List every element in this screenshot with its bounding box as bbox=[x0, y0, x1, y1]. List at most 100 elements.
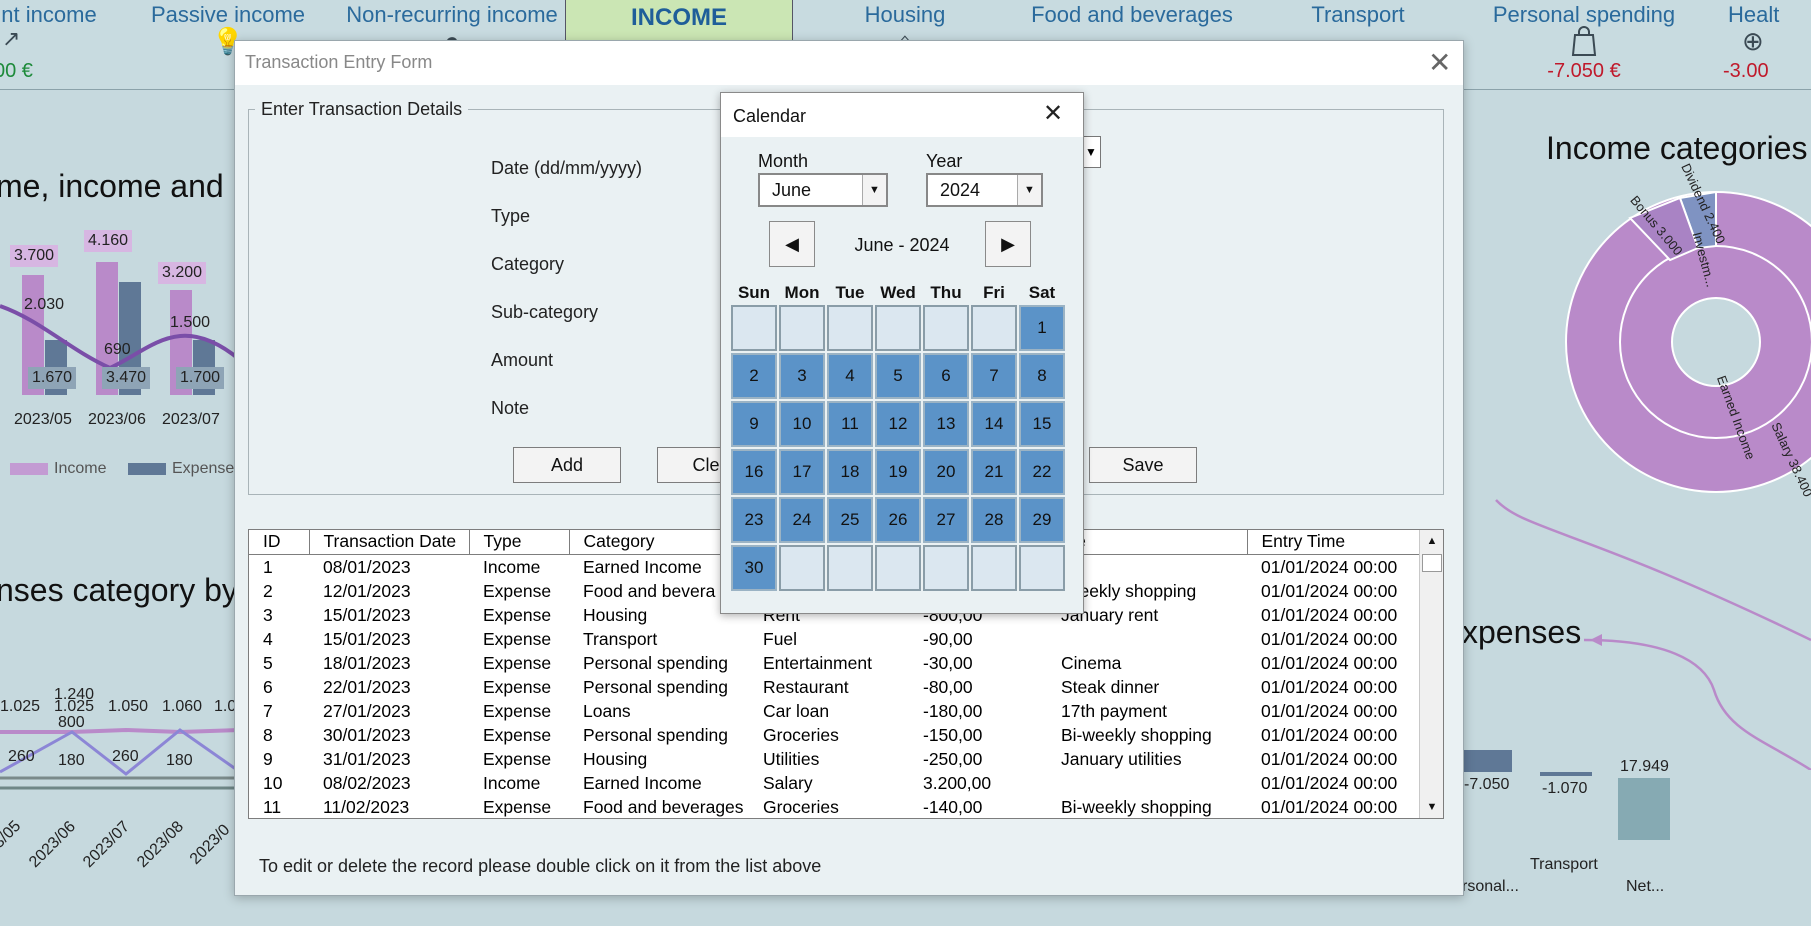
col-header[interactable]: ID bbox=[249, 530, 310, 555]
calendar-day-30[interactable]: 30 bbox=[731, 545, 777, 591]
waterfall-bar bbox=[1464, 750, 1512, 772]
table-cell: -30,00 bbox=[923, 652, 973, 673]
calendar-day-25[interactable]: 25 bbox=[827, 497, 873, 543]
pie-title: Income categories bbox=[1546, 130, 1808, 166]
dialog-close-icon[interactable]: ✕ bbox=[1428, 49, 1451, 77]
nav-personal-spending[interactable]: Personal spending -7.050 € bbox=[1488, 0, 1680, 90]
next-month-button[interactable]: ▶ bbox=[985, 221, 1031, 267]
chart2-title: nses category by bbox=[0, 572, 238, 608]
year-select[interactable]: 2024 ▼ bbox=[926, 173, 1043, 207]
table-row[interactable]: 7 27/01/2023 Expense Loans Car loan -180,00 17… bbox=[249, 699, 1419, 723]
calendar-day-8[interactable]: 8 bbox=[1019, 353, 1065, 399]
calendar-day-21[interactable]: 21 bbox=[971, 449, 1017, 495]
series-line bbox=[0, 727, 240, 735]
list-scrollbar[interactable]: ▲ ▼ bbox=[1419, 530, 1443, 818]
calendar-day-2[interactable]: 2 bbox=[731, 353, 777, 399]
calendar-day-22[interactable]: 22 bbox=[1019, 449, 1065, 495]
calendar-day-29[interactable]: 29 bbox=[1019, 497, 1065, 543]
calendar-day-26[interactable]: 26 bbox=[875, 497, 921, 543]
scroll-thumb[interactable] bbox=[1422, 554, 1442, 572]
calendar-day-15[interactable]: 15 bbox=[1019, 401, 1065, 447]
data-label: 180 bbox=[58, 752, 85, 769]
table-cell: Income bbox=[483, 772, 541, 793]
waterfall-bar-net bbox=[1618, 778, 1670, 840]
calendar-day-24[interactable]: 24 bbox=[779, 497, 825, 543]
table-cell: 2 bbox=[263, 580, 273, 601]
calendar-day-19[interactable]: 19 bbox=[875, 449, 921, 495]
table-cell: Utilities bbox=[763, 748, 820, 769]
col-header[interactable]: Transaction Date bbox=[309, 530, 470, 555]
type-label: Type bbox=[491, 206, 531, 226]
table-cell: 01/01/2024 00:00 bbox=[1261, 676, 1398, 697]
table-cell: 17th payment bbox=[1061, 700, 1168, 721]
table-cell: Expense bbox=[483, 604, 552, 625]
table-row[interactable]: 10 08/02/2023 Income Earned Income Salary 3.2… bbox=[249, 771, 1419, 795]
connector-line bbox=[1583, 638, 1811, 770]
table-row[interactable]: 6 22/01/2023 Expense Personal spending Resta… bbox=[249, 675, 1419, 699]
calendar-day-17[interactable]: 17 bbox=[779, 449, 825, 495]
calendar-day-5[interactable]: 5 bbox=[875, 353, 921, 399]
table-cell: Personal spending bbox=[583, 676, 728, 697]
calendar-day-4[interactable]: 4 bbox=[827, 353, 873, 399]
calendar-close-icon[interactable]: ✕ bbox=[1043, 102, 1063, 126]
weekday-header: Fri bbox=[983, 283, 1005, 302]
calendar-day-10[interactable]: 10 bbox=[779, 401, 825, 447]
calendar-day-18[interactable]: 18 bbox=[827, 449, 873, 495]
data-label: 4.160 bbox=[84, 230, 133, 252]
x-tick: rsonal... bbox=[1462, 878, 1519, 895]
calendar-day-27[interactable]: 27 bbox=[923, 497, 969, 543]
calendar-day-28[interactable]: 28 bbox=[971, 497, 1017, 543]
calendar-day-6[interactable]: 6 bbox=[923, 353, 969, 399]
scroll-down-icon[interactable]: ▼ bbox=[1420, 796, 1443, 818]
month-select[interactable]: June ▼ bbox=[758, 173, 888, 207]
nav-health[interactable]: Healt ⊕ -3.00 bbox=[1718, 0, 1811, 90]
table-cell: January utilities bbox=[1061, 748, 1182, 769]
bar-label: -7.050 bbox=[1464, 776, 1510, 793]
calendar-day-13[interactable]: 13 bbox=[923, 401, 969, 447]
calendar-day-3[interactable]: 3 bbox=[779, 353, 825, 399]
table-row[interactable]: 11 11/02/2023 Expense Food and beverages Gro… bbox=[249, 795, 1419, 819]
data-label: 1.500 bbox=[170, 314, 211, 331]
chevron-down-icon[interactable]: ▼ bbox=[1017, 175, 1041, 205]
col-header[interactable]: Type bbox=[469, 530, 570, 555]
x-tick: 3/05 bbox=[0, 817, 25, 852]
table-cell: 01/01/2024 00:00 bbox=[1261, 748, 1398, 769]
waterfall-bar bbox=[1540, 772, 1592, 776]
calendar-day-12[interactable]: 12 bbox=[875, 401, 921, 447]
calendar-day-14[interactable]: 14 bbox=[971, 401, 1017, 447]
calendar-day-9[interactable]: 9 bbox=[731, 401, 777, 447]
data-label: 3.200 bbox=[158, 262, 207, 284]
calendar-day-23[interactable]: 23 bbox=[731, 497, 777, 543]
calendar-day-20[interactable]: 20 bbox=[923, 449, 969, 495]
table-cell: 15/01/2023 bbox=[323, 604, 411, 625]
type-dropdown-arrow[interactable]: ▼ bbox=[1081, 136, 1101, 168]
arrow-left-icon: ◀ bbox=[785, 234, 799, 254]
table-cell: 18/01/2023 bbox=[323, 652, 411, 673]
table-cell: -180,00 bbox=[923, 700, 983, 721]
table-cell: Expense bbox=[483, 580, 552, 601]
table-row[interactable]: 8 30/01/2023 Expense Personal spending Groce… bbox=[249, 723, 1419, 747]
data-label: 800 bbox=[58, 714, 85, 731]
x-tick: 2023/0 bbox=[186, 821, 234, 868]
add-button[interactable]: Add bbox=[513, 447, 621, 483]
table-row[interactable]: 9 31/01/2023 Expense Housing Utilities -250,0… bbox=[249, 747, 1419, 771]
calendar-day-7[interactable]: 7 bbox=[971, 353, 1017, 399]
col-header[interactable]: Entry Time bbox=[1247, 530, 1420, 555]
table-row[interactable]: 4 15/01/2023 Expense Transport Fuel -90,00 01/… bbox=[249, 627, 1419, 651]
calendar-day-16[interactable]: 16 bbox=[731, 449, 777, 495]
table-cell: 31/01/2023 bbox=[323, 748, 411, 769]
legend-swatch-income bbox=[10, 462, 48, 475]
prev-month-button[interactable]: ◀ bbox=[769, 221, 815, 267]
chevron-down-icon[interactable]: ▼ bbox=[862, 175, 886, 205]
calendar-day-1[interactable]: 1 bbox=[1019, 305, 1065, 351]
scroll-up-icon[interactable]: ▲ bbox=[1420, 530, 1443, 552]
table-cell: Cinema bbox=[1061, 652, 1122, 673]
nav-earned-income[interactable]: nt income ↗ 00 € bbox=[0, 0, 104, 90]
edit-hint: To edit or delete the record please doub… bbox=[259, 856, 822, 876]
table-row[interactable]: 5 18/01/2023 Expense Personal spending Enter… bbox=[249, 651, 1419, 675]
calendar-empty-cell bbox=[827, 305, 873, 351]
calendar-day-11[interactable]: 11 bbox=[827, 401, 873, 447]
dialog-titlebar: Transaction Entry Form ✕ bbox=[235, 41, 1463, 85]
data-label: 260 bbox=[8, 748, 35, 765]
save-button[interactable]: Save bbox=[1089, 447, 1197, 483]
